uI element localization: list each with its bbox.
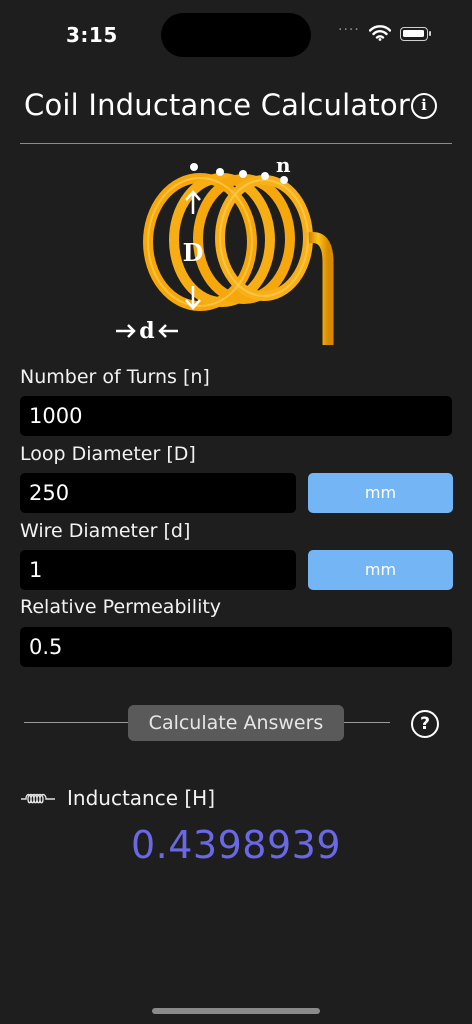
loop-diameter-label: Loop Diameter [D]	[20, 443, 196, 465]
inductance-value: 0.4398939	[131, 823, 341, 867]
help-button[interactable]: ?	[411, 710, 439, 738]
coil-diagram: n D d	[116, 153, 334, 345]
calc-divider-left	[24, 722, 128, 723]
page-title: Coil Inductance Calculator	[24, 88, 410, 122]
permeability-input[interactable]: 0.5	[20, 627, 452, 667]
calc-divider-right	[344, 722, 390, 723]
cellular-signal-icon: ····	[338, 22, 360, 38]
question-icon: ?	[420, 714, 430, 734]
wire-letter: d	[139, 318, 154, 344]
status-time: 3:15	[66, 23, 118, 47]
wire-diameter-unit-button[interactable]: mm	[308, 550, 453, 590]
header-divider	[20, 143, 452, 144]
wire-diameter-input[interactable]: 1	[20, 550, 296, 590]
wifi-icon	[369, 25, 391, 41]
inductor-icon	[21, 793, 55, 804]
home-indicator[interactable]	[152, 1008, 320, 1014]
calculate-button[interactable]: Calculate Answers	[128, 705, 344, 741]
diameter-letter: D	[183, 238, 204, 267]
loop-diameter-input[interactable]: 250	[20, 473, 296, 513]
status-bar: 3:15 ····	[0, 0, 472, 70]
turns-label: Number of Turns [n]	[20, 366, 210, 388]
info-button[interactable]: i	[411, 93, 437, 119]
info-icon: i	[421, 96, 427, 114]
turns-letter: n	[276, 153, 291, 177]
turns-input[interactable]: 1000	[20, 396, 452, 436]
loop-diameter-unit-button[interactable]: mm	[308, 473, 453, 513]
inductance-label: Inductance [H]	[67, 786, 216, 810]
permeability-label: Relative Permeability	[20, 596, 222, 618]
battery-icon	[400, 27, 431, 41]
dynamic-island	[161, 13, 311, 57]
wire-diameter-label: Wire Diameter [d]	[20, 520, 191, 542]
